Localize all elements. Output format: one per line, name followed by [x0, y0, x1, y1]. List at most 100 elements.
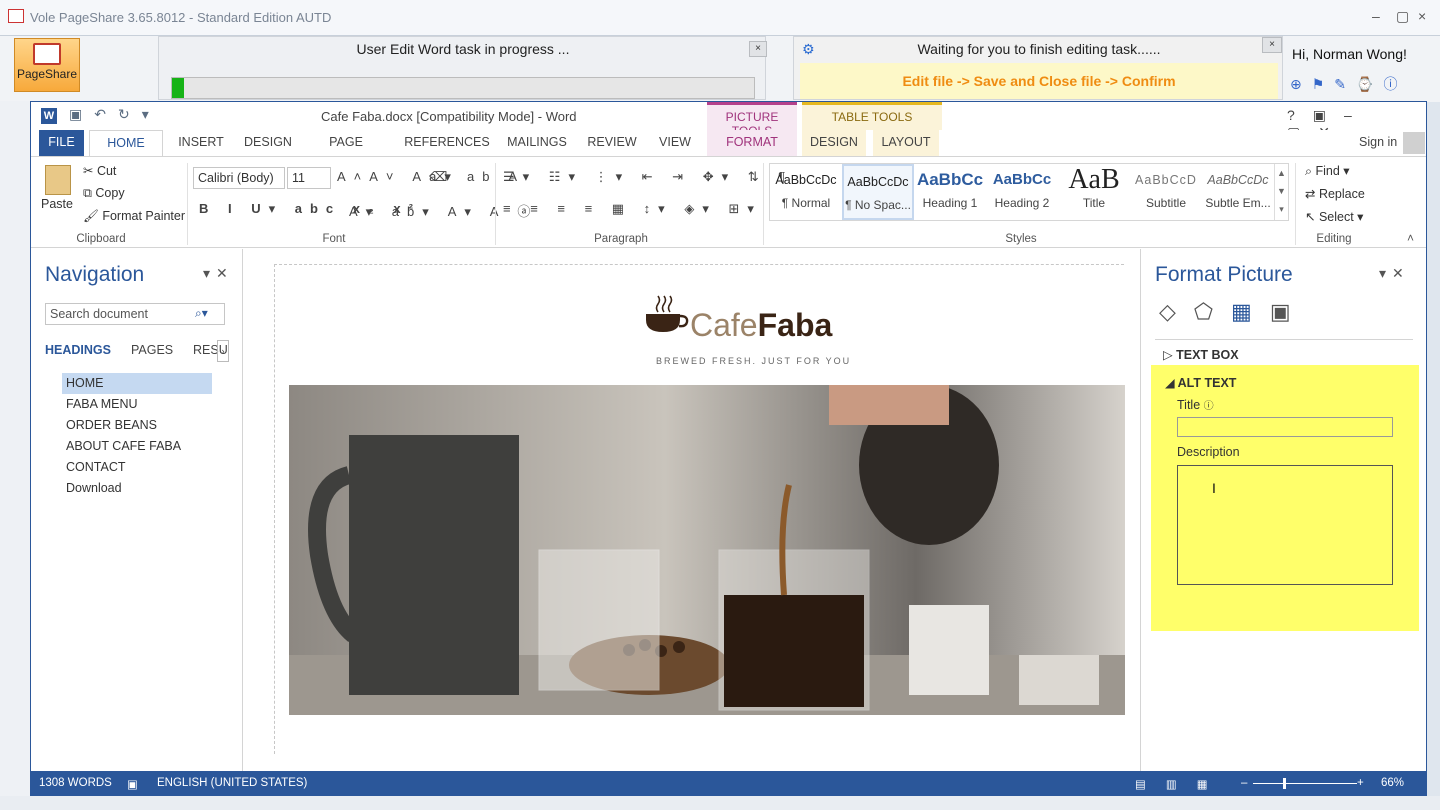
find-button[interactable]: ⌕ Find ▾ — [1305, 163, 1350, 179]
collapse-ribbon-icon[interactable]: ˄ — [1407, 231, 1414, 245]
heading-item[interactable]: HOME — [62, 373, 212, 394]
tab-review[interactable]: REVIEW — [583, 130, 641, 156]
tab-home[interactable]: HOME — [89, 130, 163, 156]
instruction-banner: Edit file -> Save and Close file -> Conf… — [800, 63, 1278, 99]
tab-format[interactable]: FORMAT — [707, 130, 797, 156]
copy-button[interactable]: ⧉ Copy — [83, 186, 125, 201]
waiting-text: Waiting for you to finish editing task..… — [917, 41, 1161, 57]
heading-item[interactable]: CONTACT — [62, 457, 212, 478]
nav-tabs-scroll-right[interactable]: › — [217, 340, 229, 362]
word-window: W ▣↶↻▾ Cafe Faba.docx [Compatibility Mod… — [30, 101, 1427, 796]
quick-access-toolbar[interactable]: ▣↶↻▾ — [69, 106, 161, 123]
zoom-in-button[interactable]: + — [1357, 777, 1364, 789]
paste-button[interactable]: Paste — [41, 197, 73, 211]
style-preview: AaBbCcD — [1135, 173, 1197, 187]
style-no-spacing[interactable]: AaBbCcDc ¶ No Spac... — [842, 164, 914, 220]
layout-properties-icon[interactable]: ▦ — [1231, 299, 1270, 324]
alt-text-header[interactable]: ◢ ALT TEXT — [1165, 375, 1236, 390]
waiting-close-button[interactable]: × — [1262, 37, 1282, 53]
tab-page-layout[interactable]: PAGE LAYOUT — [303, 130, 389, 173]
style-title[interactable]: AaB Title — [1058, 164, 1130, 220]
view-buttons[interactable]: ▤▥▦ — [1135, 777, 1228, 791]
tab-headings[interactable]: HEADINGS — [45, 343, 111, 357]
zoom-slider-thumb[interactable] — [1283, 778, 1286, 789]
zoom-level[interactable]: 66% — [1381, 777, 1404, 789]
navigation-pane-controls[interactable]: ▾✕ — [203, 265, 234, 282]
zoom-slider[interactable] — [1253, 783, 1357, 784]
heading-item[interactable]: Download — [62, 478, 212, 499]
style-subtitle[interactable]: AaBbCcD Subtitle — [1130, 164, 1202, 220]
pageshare-button[interactable]: PageShare — [14, 38, 80, 92]
avatar[interactable] — [1403, 132, 1425, 154]
picture-icon[interactable]: ▣ — [1270, 299, 1309, 324]
heading-item[interactable]: ABOUT CAFE FABA — [62, 436, 212, 457]
list-buttons[interactable]: ☰▾ ☷▾ ⋮▾ ⇤ ⇥ ✥▾ ⇅ ¶ — [503, 169, 793, 185]
cut-button[interactable]: ✂ Cut — [83, 163, 116, 178]
search-icon[interactable]: ⌕▾ — [195, 306, 208, 321]
style-normal[interactable]: AaBbCcDc ¶ Normal — [770, 164, 842, 220]
tab-table-design[interactable]: DESIGN — [802, 130, 866, 156]
style-heading-1[interactable]: AaBbCc Heading 1 — [914, 164, 986, 220]
copy-icon: ⧉ — [83, 186, 96, 200]
alt-title-input[interactable] — [1177, 417, 1393, 437]
effects-icon[interactable]: ⬠ — [1194, 299, 1231, 324]
alt-text-label: ALT TEXT — [1177, 376, 1237, 390]
format-painter-button[interactable]: 🖌 Format Painter — [83, 209, 185, 224]
task-close-button[interactable]: × — [749, 41, 767, 57]
word-count[interactable]: 1308 WORDS — [39, 777, 112, 789]
language-indicator[interactable]: ENGLISH (UNITED STATES) — [157, 777, 307, 789]
tagline: BREWED FRESH. JUST FOR YOU — [656, 356, 852, 366]
tab-mailings[interactable]: MAILINGS — [503, 130, 571, 156]
format-pane-controls[interactable]: ▾✕ — [1379, 265, 1410, 282]
tab-insert[interactable]: INSERT — [169, 130, 233, 156]
alt-description-input[interactable]: I — [1177, 465, 1393, 585]
alignment-buttons[interactable]: ≡ ≡ ≡ ≡ ▦ ↕▾ ◈▾ ⊞▾ — [503, 201, 762, 217]
paste-icon[interactable] — [45, 165, 71, 195]
pageshare-label: PageShare — [16, 67, 78, 81]
table-tools-label: TABLE TOOLS — [802, 102, 942, 130]
style-heading-2[interactable]: AaBbCc Heading 2 — [986, 164, 1058, 220]
vole-close-button[interactable]: × — [1418, 8, 1426, 24]
sign-in-link[interactable]: Sign in — [1359, 135, 1397, 149]
replace-label: Replace — [1318, 187, 1365, 201]
style-subtle-emphasis[interactable]: AaBbCcDc Subtle Em... — [1202, 164, 1274, 220]
style-name: Subtitle — [1145, 196, 1187, 210]
vole-minimize-button[interactable]: – — [1372, 8, 1380, 24]
zoom-out-button[interactable]: – — [1241, 777, 1247, 789]
replace-button[interactable]: ⇄ Replace — [1305, 186, 1365, 201]
heading-item[interactable]: FABA MENU — [62, 394, 212, 415]
vole-window-title: Vole PageShare 3.65.8012 - Standard Edit… — [30, 10, 332, 25]
style-preview: AaBbCcDc — [847, 175, 909, 189]
picture-tools-label: PICTURE TOOLS — [707, 102, 797, 138]
format-category-icons[interactable]: ◇⬠▦▣ — [1159, 299, 1309, 325]
style-name: Heading 1 — [922, 196, 978, 210]
cut-label: Cut — [96, 164, 117, 178]
vole-quick-icons[interactable]: ⊕⚑✎⌚ⓘ — [1290, 74, 1407, 94]
tab-design[interactable]: DESIGN — [233, 130, 303, 156]
text-box-section[interactable]: ▷ TEXT BOX — [1163, 347, 1239, 362]
font-name-field[interactable]: Calibri (Body) — [193, 167, 285, 189]
fill-line-icon[interactable]: ◇ — [1159, 299, 1194, 324]
vole-maximize-button[interactable]: ▢ — [1396, 8, 1409, 25]
coffee-photo[interactable] — [289, 385, 1125, 715]
tab-references[interactable]: REFERENCES — [403, 130, 491, 156]
vole-bottom-strip — [0, 796, 1440, 810]
monitor-icon — [33, 43, 61, 65]
select-button[interactable]: ↖ Select ▾ — [1305, 209, 1363, 224]
ribbon-divider — [495, 163, 496, 245]
tab-view[interactable]: VIEW — [651, 130, 699, 156]
editing-group-label: Editing — [1316, 233, 1352, 245]
font-size-field[interactable]: 11 — [287, 167, 331, 189]
document-canvas[interactable]: CafeFaba BREWED FRESH. JUST FOR YOU — [244, 249, 1140, 771]
heading-item[interactable]: ORDER BEANS — [62, 415, 212, 436]
cafe-faba-logo: CafeFaba — [690, 307, 832, 344]
ribbon-divider — [1295, 163, 1296, 245]
tab-pages[interactable]: PAGES — [131, 343, 173, 357]
navigation-pane: Navigation ▾✕ Search document ⌕▾ HEADING… — [31, 249, 243, 771]
format-divider — [1155, 339, 1413, 340]
tab-file[interactable]: FILE — [39, 130, 84, 156]
styles-scroll[interactable]: ▲ ▼ ▾ — [1274, 164, 1288, 220]
style-name: ¶ No Spac... — [845, 198, 911, 212]
proofing-icon[interactable]: ▣ — [127, 777, 138, 791]
tab-table-layout[interactable]: LAYOUT — [873, 130, 939, 156]
